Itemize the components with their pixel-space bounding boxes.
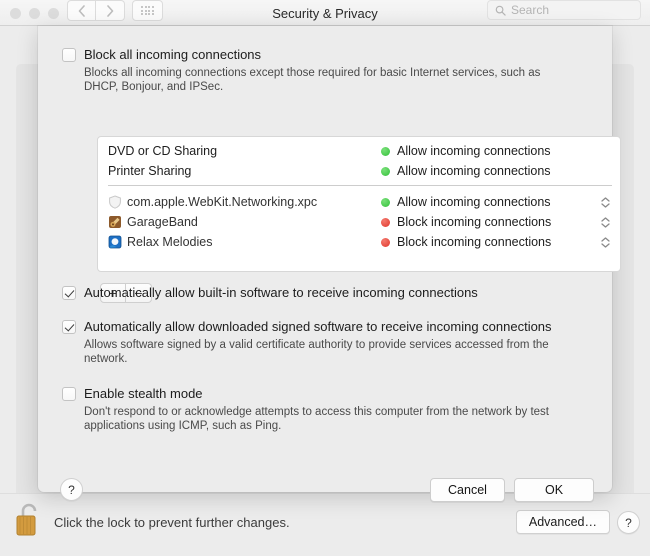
table-row[interactable]: DVD or CD Sharing Allow incoming connect… <box>98 141 620 161</box>
status-dot-allow <box>381 197 390 207</box>
rule-status[interactable]: Allow incoming connections <box>381 144 551 158</box>
shield-icon <box>109 195 121 209</box>
rule-name: Printer Sharing <box>108 164 192 178</box>
block-all-incoming-row[interactable]: Block all incoming connections <box>62 47 261 62</box>
rule-status-label: Block incoming connections <box>397 235 552 249</box>
block-all-incoming-label: Block all incoming connections <box>84 47 262 62</box>
auto-allow-signed-label: Automatically allow downloaded signed so… <box>84 319 552 334</box>
security-privacy-window: Click the lock to prevent further change… <box>0 0 650 556</box>
rule-status-label: Block incoming connections <box>397 215 552 229</box>
stealth-mode-checkbox[interactable] <box>62 387 76 401</box>
status-dot-allow <box>381 146 390 156</box>
auto-allow-signed-checkbox[interactable] <box>62 320 76 334</box>
rule-status[interactable]: Allow incoming connections <box>381 195 551 209</box>
auto-allow-builtin-checkbox[interactable] <box>62 286 76 300</box>
firewall-options-sheet: Block all incoming connections Blocks al… <box>38 26 621 502</box>
relax-melodies-icon <box>108 235 122 249</box>
stealth-mode-label: Enable stealth mode <box>84 386 203 401</box>
table-row[interactable]: com.apple.WebKit.Networking.xpc Allow in… <box>98 192 620 212</box>
rule-status-label: Allow incoming connections <box>397 164 551 178</box>
status-dot-block <box>381 217 390 227</box>
help-button-sheet[interactable]: ? <box>60 478 83 501</box>
lock-icon[interactable] <box>14 500 44 538</box>
cancel-button[interactable]: Cancel <box>430 478 505 502</box>
rule-name: com.apple.WebKit.Networking.xpc <box>127 195 318 209</box>
auto-allow-builtin-label: Automatically allow built-in software to… <box>84 285 478 300</box>
search-field[interactable]: Search <box>487 0 641 20</box>
rule-stepper[interactable] <box>601 236 610 248</box>
auto-allow-builtin-row[interactable]: Automatically allow built-in software to… <box>62 285 478 300</box>
help-button-window[interactable]: ? <box>617 511 640 534</box>
rule-status-label: Allow incoming connections <box>397 144 551 158</box>
rule-status[interactable]: Block incoming connections <box>381 215 551 229</box>
block-all-incoming-checkbox[interactable] <box>62 48 76 62</box>
rule-status-label: Allow incoming connections <box>397 195 551 209</box>
lock-message: Click the lock to prevent further change… <box>54 515 290 530</box>
garageband-icon <box>109 216 121 228</box>
rule-name: GarageBand <box>127 215 198 229</box>
list-separator <box>108 185 612 186</box>
auto-allow-signed-description: Allows software signed by a valid certif… <box>84 339 549 365</box>
title-bar: Security & Privacy Search <box>0 0 650 26</box>
rule-status[interactable]: Allow incoming connections <box>381 164 551 178</box>
status-dot-block <box>381 237 390 247</box>
bottom-bar: Click the lock to prevent further change… <box>0 493 650 556</box>
rule-name: DVD or CD Sharing <box>108 144 218 158</box>
block-all-incoming-description: Blocks all incoming connections except t… <box>84 67 541 93</box>
stealth-mode-row[interactable]: Enable stealth mode <box>62 386 203 401</box>
auto-allow-signed-row[interactable]: Automatically allow downloaded signed so… <box>62 319 552 334</box>
rule-name: Relax Melodies <box>127 235 213 249</box>
advanced-button[interactable]: Advanced… <box>515 510 610 534</box>
search-icon <box>495 5 506 16</box>
search-placeholder: Search <box>511 3 550 17</box>
stealth-mode-description: Don't respond to or acknowledge attempts… <box>84 406 549 432</box>
rule-stepper[interactable] <box>601 216 610 228</box>
ok-button[interactable]: OK <box>514 478 594 502</box>
firewall-rules-list[interactable]: DVD or CD Sharing Allow incoming connect… <box>97 136 621 272</box>
rule-stepper[interactable] <box>601 196 610 208</box>
rule-status[interactable]: Block incoming connections <box>381 235 551 249</box>
table-row[interactable]: Relax Melodies Block incoming connection… <box>98 232 620 252</box>
table-row[interactable]: GarageBand Block incoming connections <box>98 212 620 232</box>
table-row[interactable]: Printer Sharing Allow incoming connectio… <box>98 161 620 181</box>
status-dot-allow <box>381 166 390 176</box>
